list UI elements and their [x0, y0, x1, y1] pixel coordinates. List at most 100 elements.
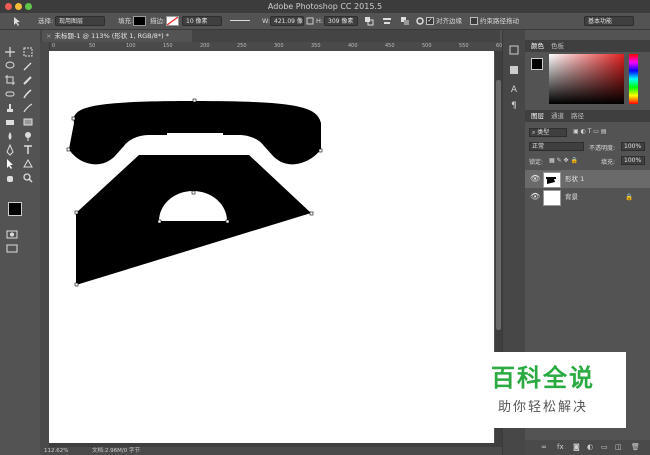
stroke-type-line[interactable] — [230, 20, 250, 21]
brush-icon[interactable] — [22, 88, 34, 100]
eyedropper-icon[interactable] — [22, 74, 34, 86]
watermark-subtitle: 助你轻松解决 — [497, 400, 588, 415]
hue-slider[interactable] — [629, 54, 638, 104]
ruler-tick-label: 350 — [311, 43, 321, 49]
gradient-icon[interactable] — [22, 116, 34, 128]
blur-icon[interactable] — [4, 130, 16, 142]
path-operations-icon[interactable] — [364, 16, 374, 26]
document-info[interactable]: 文档:2.96M/0 字节 — [92, 447, 140, 455]
layer-filter-dropdown[interactable]: ⌕ 类型 — [529, 128, 567, 137]
eraser-icon[interactable] — [4, 116, 16, 128]
width-field[interactable]: 421.09 像 — [270, 16, 304, 26]
layer-panel-tabs: 图层 通道 路径 — [525, 110, 650, 122]
h-label: H: — [316, 17, 324, 25]
shape-icon[interactable] — [22, 158, 34, 170]
ruler-tick-label: 100 — [126, 43, 136, 49]
tab-paths[interactable]: 路径 — [571, 110, 584, 122]
move-icon[interactable] — [4, 46, 16, 58]
eye-icon[interactable]: 👁 — [530, 188, 540, 206]
trash-icon[interactable]: 🗑 — [631, 440, 640, 455]
stamp-icon[interactable] — [4, 102, 16, 114]
ruler-tick-label: 250 — [237, 43, 247, 49]
tab-color[interactable]: 颜色 — [531, 40, 544, 52]
layer-name: 背景 — [565, 193, 578, 201]
zoom-level[interactable]: 112.62% — [44, 447, 68, 455]
opacity-field[interactable]: 100% — [621, 142, 645, 151]
properties-panel-icon[interactable] — [508, 64, 520, 76]
fill-label-panel: 填充: — [601, 159, 616, 166]
vertical-scroll-thumb[interactable] — [496, 80, 501, 330]
history-panel-icon[interactable] — [508, 44, 520, 56]
fill-swatch[interactable] — [133, 16, 146, 26]
layer-thumbnail — [543, 172, 561, 188]
character-panel-icon[interactable]: A — [508, 84, 520, 96]
watermark-title: 百科全说 — [491, 364, 595, 392]
select-dropdown[interactable]: 现用图层 — [55, 16, 105, 26]
quick-mask-icon[interactable] — [6, 228, 18, 240]
layer-name: 形状 1 — [565, 175, 585, 183]
link-icon[interactable] — [306, 17, 314, 25]
minimize-window-icon[interactable] — [15, 3, 22, 10]
zoom-icon[interactable] — [22, 172, 34, 184]
title-bar: Adobe Photoshop CC 2015.5 — [0, 0, 650, 13]
blend-mode-dropdown[interactable]: 正常 — [529, 142, 584, 151]
screen-mode-icon[interactable] — [6, 242, 18, 254]
eye-icon[interactable]: 👁 — [530, 170, 540, 188]
paragraph-panel-icon[interactable]: ¶ — [508, 100, 520, 112]
constrain-path-checkbox[interactable]: 约束路径拖动 — [470, 13, 519, 29]
path-alignment-icon[interactable] — [382, 16, 392, 26]
select-label: 选择: — [38, 17, 54, 25]
history-brush-icon[interactable] — [22, 102, 34, 114]
ruler-tick-label: 50 — [89, 43, 96, 49]
close-window-icon[interactable] — [5, 3, 12, 10]
link-layers-icon[interactable]: ∞ — [541, 440, 547, 455]
document-canvas[interactable] — [49, 51, 494, 443]
dodge-icon[interactable] — [22, 130, 34, 142]
zoom-window-icon[interactable] — [25, 3, 32, 10]
tab-channels[interactable]: 通道 — [551, 110, 564, 122]
crop-icon[interactable] — [4, 74, 16, 86]
close-tab-icon[interactable]: × — [46, 32, 51, 40]
stroke-size-field[interactable]: 10 像素 — [182, 16, 222, 26]
ruler-tick-label: 400 — [348, 43, 358, 49]
folder-icon[interactable]: ▭ — [601, 440, 608, 455]
telephone-shape[interactable] — [49, 51, 494, 443]
fill-field[interactable]: 100% — [621, 156, 645, 165]
hand-icon[interactable] — [4, 172, 16, 184]
document-tab[interactable]: × 未标题-1 @ 113% (形状 1, RGB/8*) * — [42, 30, 192, 42]
tab-layers[interactable]: 图层 — [531, 110, 544, 122]
lasso-icon[interactable] — [4, 60, 16, 72]
color-panel-tabs: 颜色 色板 — [525, 40, 650, 52]
workspace-dropdown[interactable]: 基本功能 — [584, 16, 634, 26]
color-foreground-swatch[interactable] — [531, 58, 543, 70]
layer-row-background[interactable]: 👁 背景 🔒 — [525, 188, 650, 206]
fx-icon[interactable]: fx — [557, 440, 564, 455]
filter-icons[interactable]: ▣ ◐ T ▭ ▤ — [573, 128, 607, 135]
tab-swatches[interactable]: 色板 — [551, 40, 564, 52]
pen-icon[interactable] — [4, 144, 16, 156]
adjustment-icon[interactable]: ◐ — [587, 440, 593, 455]
move-tool-preset-icon[interactable] — [12, 16, 22, 26]
align-edges-checkbox[interactable]: ✓ 对齐边缘 — [426, 13, 462, 29]
path-arrangement-icon[interactable] — [400, 16, 410, 26]
stroke-swatch[interactable] — [166, 16, 179, 26]
checkbox-unchecked-icon — [470, 17, 478, 25]
gear-icon[interactable] — [415, 16, 425, 26]
height-field[interactable]: 309 像素 — [324, 16, 358, 26]
path-select-icon[interactable] — [4, 158, 16, 170]
w-label: W: — [262, 17, 271, 25]
lock-icons[interactable]: ▦ ✎ ✥ 🔒 — [549, 157, 578, 164]
type-icon[interactable] — [22, 144, 34, 156]
magic-wand-icon[interactable] — [22, 60, 34, 72]
layer-row-shape[interactable]: 👁 形状 1 — [525, 170, 650, 188]
opacity-label: 不透明度: — [589, 145, 616, 152]
tools-panel — [0, 42, 41, 442]
fill-label: 填充: — [118, 17, 134, 25]
marquee-icon[interactable] — [22, 46, 34, 58]
mask-icon[interactable]: ◙ — [573, 440, 580, 455]
foreground-color-swatch[interactable] — [8, 202, 22, 216]
healing-icon[interactable] — [4, 88, 16, 100]
ruler-tick-label: 550 — [459, 43, 469, 49]
color-field[interactable] — [549, 54, 624, 104]
new-layer-icon[interactable]: ◫ — [615, 440, 622, 455]
